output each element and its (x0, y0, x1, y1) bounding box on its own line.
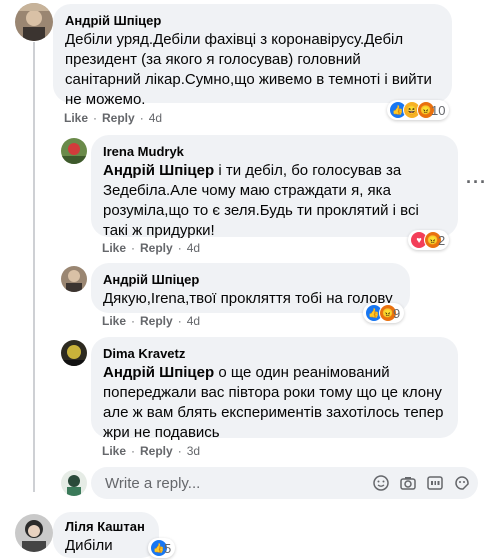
separator: · (177, 241, 182, 255)
comment-actions: Like · Reply · 4d (102, 240, 200, 256)
reply-link[interactable]: Reply (140, 313, 173, 329)
comment-author[interactable]: Андрій Шпіцер (65, 12, 440, 29)
like-link[interactable]: Like (102, 443, 126, 459)
reactions-summary[interactable]: 👍 😠 9 (363, 303, 405, 323)
timestamp[interactable]: 3d (187, 443, 200, 459)
camera-icon[interactable] (400, 475, 416, 491)
emoji-icon[interactable] (373, 475, 389, 491)
separator: · (177, 314, 182, 328)
comment-bubble: Irena Mudryk Андрій Шпіцер і ти дебіл, б… (91, 135, 458, 239)
comment-text: Дякую,Irena,твої прокляття тобі на голов… (103, 290, 393, 307)
separator: · (177, 444, 182, 458)
comment-bubble: Ліля Каштан Дибіли (53, 512, 159, 558)
like-link[interactable]: Like (102, 313, 126, 329)
comment-bubble: Dima Kravetz Андрій Шпіцер о ще один реа… (91, 337, 458, 441)
comment-author[interactable]: Андрій Шпіцер (103, 271, 398, 288)
comment-bubble: Андрій Шпіцер Дебіли уряд.Дебіли фахівці… (53, 4, 452, 108)
reactions-count: 9 (393, 305, 401, 321)
reactions-count: 10 (431, 102, 446, 118)
current-user-avatar (61, 470, 87, 496)
gif-icon[interactable] (427, 475, 443, 491)
reply-tools (373, 475, 470, 491)
reply-input[interactable] (103, 473, 373, 493)
comment-author[interactable]: Ліля Каштан (65, 518, 147, 535)
like-link[interactable]: Like (102, 240, 126, 256)
separator: · (131, 241, 136, 255)
thread-line (33, 42, 35, 492)
timestamp[interactable]: 4d (187, 313, 200, 329)
timestamp[interactable]: 4d (149, 110, 162, 126)
separator: · (131, 444, 136, 458)
avatar[interactable] (15, 514, 53, 552)
reactions-count: 2 (438, 232, 446, 248)
more-options-icon[interactable]: ··· (466, 172, 487, 193)
avatar[interactable] (15, 3, 53, 41)
comment-text: Дебіли уряд.Дебіли фахівці з коронавірус… (65, 31, 432, 108)
avatar[interactable] (61, 340, 87, 366)
comment-text: Дибіли (65, 537, 113, 554)
mention-link[interactable]: Андрій Шпіцер (103, 162, 214, 179)
comment-actions: Like · Reply · 3d (102, 443, 200, 459)
reply-link[interactable]: Reply (102, 110, 135, 126)
sticker-icon[interactable] (454, 475, 470, 491)
comment-author[interactable]: Dima Kravetz (103, 345, 446, 362)
reactions-count: 5 (164, 540, 172, 556)
reactions-summary[interactable]: ♥ 😠 2 (408, 230, 450, 250)
mention-link[interactable]: Андрій Шпіцер (103, 364, 214, 381)
timestamp[interactable]: 4d (187, 240, 200, 256)
comment-bubble: Андрій Шпіцер Дякую,Irena,твої прокляття… (91, 263, 410, 313)
reactions-summary[interactable]: 👍 5 (148, 538, 176, 558)
comment-actions: Like · Reply · 4d (64, 110, 162, 126)
reply-box (91, 467, 478, 499)
reactions-summary[interactable]: 👍 😆 😠 10 (387, 100, 450, 120)
separator: · (93, 111, 98, 125)
comment-actions: Like · Reply · 4d (102, 313, 200, 329)
like-link[interactable]: Like (64, 110, 88, 126)
avatar[interactable] (61, 266, 87, 292)
separator: · (131, 314, 136, 328)
reply-link[interactable]: Reply (140, 443, 173, 459)
separator: · (139, 111, 144, 125)
avatar[interactable] (61, 138, 87, 164)
comment-author[interactable]: Irena Mudryk (103, 143, 446, 160)
reply-link[interactable]: Reply (140, 240, 173, 256)
